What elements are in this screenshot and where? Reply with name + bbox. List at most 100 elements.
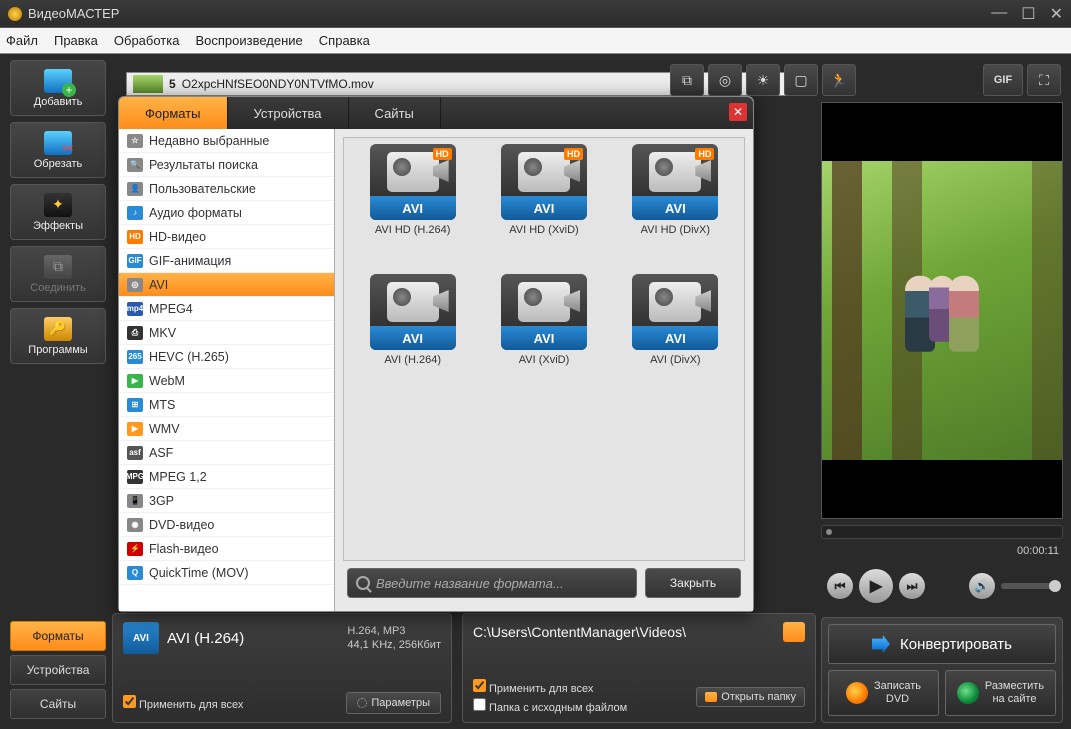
- camcorder-icon: [387, 282, 439, 322]
- preset-item[interactable]: HD AVI AVI HD (H.264): [350, 144, 475, 268]
- category-item[interactable]: mp4MPEG4: [119, 297, 334, 321]
- menu-help[interactable]: Справка: [319, 33, 370, 48]
- prev-button[interactable]: ⏮: [827, 573, 853, 599]
- category-icon: ⊞: [127, 398, 143, 412]
- category-icon: ⚡: [127, 542, 143, 556]
- category-item[interactable]: ⚡Flash-видео: [119, 537, 334, 561]
- apply-all-check-1[interactable]: Применить для всех: [123, 695, 243, 711]
- category-item[interactable]: 👤Пользовательские: [119, 177, 334, 201]
- popup-close-icon[interactable]: ✕: [729, 103, 747, 121]
- category-list[interactable]: ☆Недавно выбранные🔍Результаты поиска👤Пол…: [119, 129, 335, 611]
- popup-close-button[interactable]: Закрыть: [645, 568, 741, 598]
- volume-slider[interactable]: [1001, 583, 1057, 589]
- category-item[interactable]: ◎AVI: [119, 273, 334, 297]
- category-icon: 👤: [127, 182, 143, 196]
- open-folder-button[interactable]: Открыть папку: [696, 687, 805, 707]
- file-index: 5: [169, 77, 176, 91]
- category-item[interactable]: ▶WebM: [119, 369, 334, 393]
- rotate-icon[interactable]: ◎: [708, 64, 742, 96]
- same-folder-check[interactable]: Папка с исходным файлом: [473, 698, 627, 714]
- effects-button[interactable]: ✦ Эффекты: [10, 184, 106, 240]
- camcorder-icon: [649, 152, 701, 192]
- tab-formats[interactable]: Форматы: [10, 621, 106, 651]
- add-button[interactable]: Добавить: [10, 60, 106, 116]
- category-item[interactable]: ◉DVD-видео: [119, 513, 334, 537]
- popup-tab-devices[interactable]: Устройства: [228, 97, 349, 129]
- category-item[interactable]: 🔍Результаты поиска: [119, 153, 334, 177]
- menu-process[interactable]: Обработка: [114, 33, 180, 48]
- browse-folder-button[interactable]: [783, 622, 805, 642]
- category-item[interactable]: ⊞MTS: [119, 393, 334, 417]
- preset-label: AVI HD (DivX): [641, 224, 710, 236]
- category-item[interactable]: asfASF: [119, 441, 334, 465]
- formats-popup: Форматы Устройства Сайты ✕ ☆Недавно выбр…: [118, 96, 754, 612]
- preset-item[interactable]: AVI AVI (XviD): [481, 274, 606, 398]
- preset-item[interactable]: AVI AVI (H.264): [350, 274, 475, 398]
- category-icon: mp4: [127, 302, 143, 316]
- preset-format: AVI: [370, 326, 456, 350]
- category-item[interactable]: ♪Аудио форматы: [119, 201, 334, 225]
- brightness-icon[interactable]: ☀: [746, 64, 780, 96]
- category-icon: Q: [127, 566, 143, 580]
- preset-item[interactable]: HD AVI AVI HD (DivX): [613, 144, 738, 268]
- category-item[interactable]: HDHD-видео: [119, 225, 334, 249]
- category-item[interactable]: 📱3GP: [119, 489, 334, 513]
- menu-file[interactable]: Файл: [6, 33, 38, 48]
- left-tabs: Форматы Устройства Сайты: [10, 621, 106, 719]
- preset-item[interactable]: AVI AVI (DivX): [613, 274, 738, 398]
- cut-button[interactable]: Обрезать: [10, 122, 106, 178]
- timeline-slider[interactable]: [821, 525, 1063, 539]
- menu-playback[interactable]: Воспроизведение: [195, 33, 302, 48]
- app-logo-icon: [8, 7, 22, 21]
- publish-web-button[interactable]: Разместитьна сайте: [945, 670, 1056, 716]
- camcorder-icon: [387, 152, 439, 192]
- params-button[interactable]: Параметры: [346, 692, 441, 714]
- crop-icon[interactable]: ⧉: [670, 64, 704, 96]
- category-item[interactable]: MPGMPEG 1,2: [119, 465, 334, 489]
- category-label: DVD-видео: [149, 518, 214, 532]
- category-item[interactable]: ▶WMV: [119, 417, 334, 441]
- category-label: HD-видео: [149, 230, 206, 244]
- volume-icon[interactable]: 🔊: [969, 573, 995, 599]
- category-icon: asf: [127, 446, 143, 460]
- camcorder-icon: [649, 282, 701, 322]
- output-path: C:\Users\ContentManager\Videos\: [473, 624, 686, 640]
- category-label: MPEG 1,2: [149, 470, 207, 484]
- format-search-input[interactable]: Введите название формата...: [347, 568, 637, 598]
- preset-label: AVI (H.264): [384, 354, 441, 366]
- category-item[interactable]: ⎙MKV: [119, 321, 334, 345]
- tab-sites[interactable]: Сайты: [10, 689, 106, 719]
- minimize-icon[interactable]: —: [991, 4, 1007, 24]
- convert-button[interactable]: Конвертировать: [828, 624, 1056, 664]
- tab-devices[interactable]: Устройства: [10, 655, 106, 685]
- burn-dvd-button[interactable]: ЗаписатьDVD: [828, 670, 939, 716]
- apply-all-check-2[interactable]: Применить для всех: [473, 679, 627, 695]
- category-item[interactable]: ☆Недавно выбранные: [119, 129, 334, 153]
- frame-icon[interactable]: ▢: [784, 64, 818, 96]
- preset-label: AVI HD (H.264): [375, 224, 451, 236]
- play-button[interactable]: ▶: [859, 569, 893, 603]
- menu-edit[interactable]: Правка: [54, 33, 98, 48]
- close-icon[interactable]: ✕: [1050, 4, 1063, 24]
- action-panel: Конвертировать ЗаписатьDVD Разместитьна …: [821, 617, 1063, 723]
- preset-label: AVI HD (XviD): [509, 224, 578, 236]
- video-preview[interactable]: [821, 102, 1063, 519]
- next-button[interactable]: ⏭: [899, 573, 925, 599]
- preset-format: AVI: [501, 326, 587, 350]
- preset-item[interactable]: HD AVI AVI HD (XviD): [481, 144, 606, 268]
- category-item[interactable]: QQuickTime (MOV): [119, 561, 334, 585]
- wand-icon: ✦: [44, 193, 72, 217]
- category-icon: ◎: [127, 278, 143, 292]
- category-item[interactable]: GIFGIF-анимация: [119, 249, 334, 273]
- category-icon: ⎙: [127, 326, 143, 340]
- category-icon: 📱: [127, 494, 143, 508]
- category-item[interactable]: 265HEVC (H.265): [119, 345, 334, 369]
- popup-tab-formats[interactable]: Форматы: [119, 97, 228, 129]
- menubar: Файл Правка Обработка Воспроизведение Сп…: [0, 28, 1071, 54]
- programs-button[interactable]: 🔑 Программы: [10, 308, 106, 364]
- camcorder-icon: [518, 152, 570, 192]
- maximize-icon[interactable]: ☐: [1021, 4, 1035, 24]
- popup-tab-sites[interactable]: Сайты: [349, 97, 441, 129]
- category-icon: 265: [127, 350, 143, 364]
- key-icon: 🔑: [44, 317, 72, 341]
